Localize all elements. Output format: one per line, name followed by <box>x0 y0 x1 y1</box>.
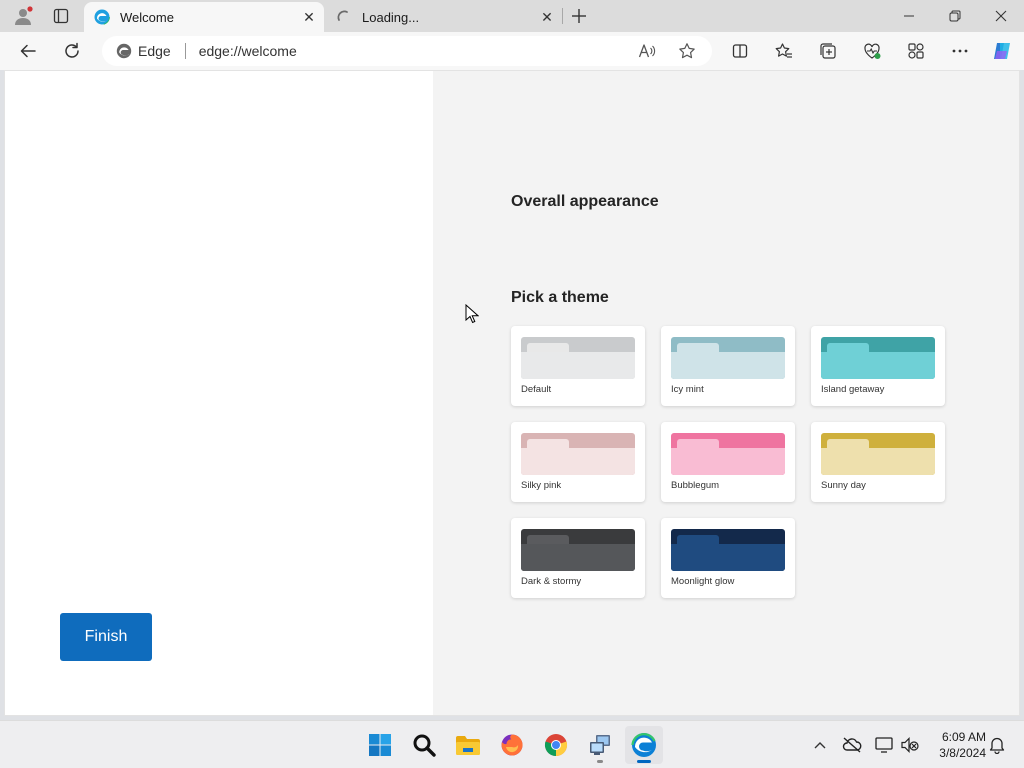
back-icon[interactable] <box>13 36 43 66</box>
theme-preview <box>671 529 785 571</box>
tab-title: Loading... <box>362 9 420 25</box>
welcome-page: Finish Overall appearance Pick a theme D… <box>4 70 1020 716</box>
display-icon[interactable] <box>872 733 896 757</box>
finish-button[interactable]: Finish <box>60 613 152 661</box>
theme-name: Icy mint <box>671 384 704 395</box>
restore-icon[interactable] <box>932 0 978 32</box>
extensions-icon[interactable] <box>901 36 931 66</box>
theme-card-dark-and-stormy[interactable]: Dark & stormy <box>511 518 645 598</box>
file-explorer-icon[interactable] <box>449 726 487 764</box>
theme-preview <box>521 529 635 571</box>
tab-title: Welcome <box>120 9 174 25</box>
tab-welcome[interactable]: Welcome ✕ <box>84 2 324 32</box>
tab-actions-icon[interactable] <box>46 4 76 28</box>
read-aloud-icon[interactable] <box>632 36 662 66</box>
copilot-icon[interactable] <box>987 36 1017 66</box>
notifications-bell-icon[interactable] <box>985 733 1009 757</box>
favorites-icon[interactable] <box>769 36 799 66</box>
tab-separator <box>562 8 563 24</box>
theme-name: Default <box>521 384 552 395</box>
firefox-icon[interactable] <box>493 726 531 764</box>
chrome-icon[interactable] <box>537 726 575 764</box>
overall-appearance-heading: Overall appearance <box>511 193 659 210</box>
theme-preview <box>821 337 935 379</box>
volume-muted-icon[interactable] <box>898 733 922 757</box>
theme-name: Silky pink <box>521 480 562 491</box>
show-hidden-icons-icon[interactable] <box>808 733 832 757</box>
address-bar[interactable]: Edge edge://welcome <box>102 36 712 66</box>
left-pane: Finish <box>5 71 433 715</box>
theme-name: Dark & stormy <box>521 576 582 587</box>
close-tab-icon[interactable]: ✕ <box>538 8 556 26</box>
profile-icon[interactable] <box>8 4 38 28</box>
browser-essentials-icon[interactable] <box>857 36 887 66</box>
taskbar: 6:09 AM 3/8/2024 <box>0 720 1024 768</box>
pick-theme-heading: Pick a theme <box>511 289 609 306</box>
system-clock[interactable]: 6:09 AM 3/8/2024 <box>924 729 986 761</box>
theme-card-sunny-day[interactable]: Sunny day <box>811 422 945 502</box>
spinner-icon <box>336 9 352 25</box>
theme-card-moonlight-glow[interactable]: Moonlight glow <box>661 518 795 598</box>
theme-name: Bubblegum <box>671 480 720 491</box>
theme-card-silky-pink[interactable]: Silky pink <box>511 422 645 502</box>
search-icon[interactable] <box>405 726 443 764</box>
new-tab-icon[interactable] <box>566 4 592 28</box>
theme-card-bubblegum[interactable]: Bubblegum <box>661 422 795 502</box>
site-identity[interactable]: Edge <box>102 43 171 59</box>
onedrive-offline-icon[interactable] <box>840 733 864 757</box>
edge-icon <box>94 9 110 25</box>
theme-card-icy-mint[interactable]: Icy mint <box>661 326 795 406</box>
close-tab-icon[interactable]: ✕ <box>300 8 318 26</box>
theme-preview <box>521 337 635 379</box>
theme-card-island-getaway[interactable]: Island getaway <box>811 326 945 406</box>
theme-grid: Default Icy mint Island getaway Silky pi… <box>511 326 951 606</box>
favorite-star-icon[interactable] <box>672 36 702 66</box>
theme-name: Moonlight glow <box>671 576 735 587</box>
collections-icon[interactable] <box>813 36 843 66</box>
tab-loading[interactable]: Loading... ✕ <box>326 2 562 32</box>
minimize-icon[interactable] <box>886 0 932 32</box>
more-options-icon[interactable] <box>945 36 975 66</box>
running-indicator <box>597 760 603 763</box>
identity-label: Edge <box>138 43 171 59</box>
theme-name: Sunny day <box>821 480 866 491</box>
edge-identity-icon <box>116 43 132 59</box>
edge-taskbar-icon[interactable] <box>625 726 663 764</box>
windows-start-icon[interactable] <box>361 726 399 764</box>
theme-name: Island getaway <box>821 384 885 395</box>
active-indicator <box>637 760 651 763</box>
theme-preview <box>821 433 935 475</box>
clock-date: 3/8/2024 <box>939 746 986 760</box>
appearance-pane: Overall appearance Pick a theme Default … <box>433 71 1019 715</box>
refresh-icon[interactable] <box>57 36 87 66</box>
theme-preview <box>521 433 635 475</box>
network-app-icon[interactable] <box>581 726 619 764</box>
omnibox-divider <box>184 43 186 59</box>
theme-preview <box>671 337 785 379</box>
tab-strip: Welcome ✕ Loading... ✕ <box>0 0 1024 32</box>
navigation-toolbar: Edge edge://welcome <box>0 32 1024 70</box>
theme-preview <box>671 433 785 475</box>
mouse-cursor-icon <box>465 304 479 324</box>
close-window-icon[interactable] <box>978 0 1024 32</box>
split-screen-icon[interactable] <box>725 36 755 66</box>
clock-time: 6:09 AM <box>941 730 986 744</box>
theme-card-default[interactable]: Default <box>511 326 645 406</box>
